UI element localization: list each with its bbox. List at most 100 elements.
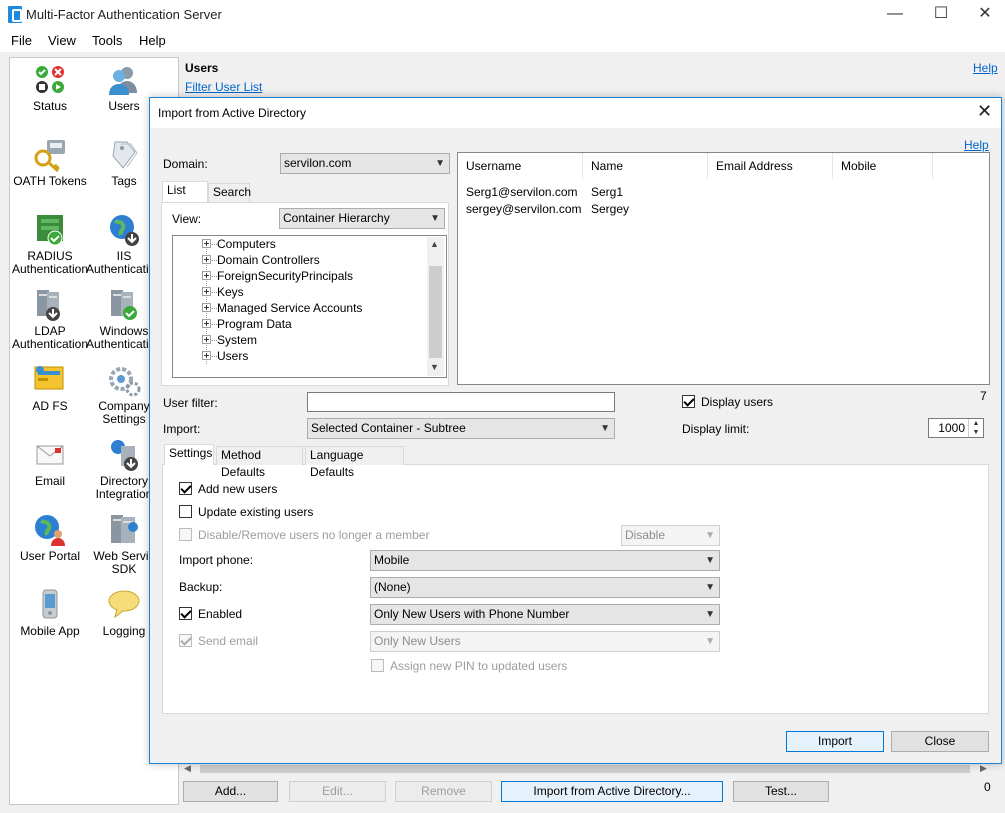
email-icon: [33, 438, 67, 472]
send-email-checkbox[interactable]: [179, 634, 192, 647]
maximize-button[interactable]: ☐: [918, 0, 964, 30]
tree-item-computers[interactable]: Computers: [217, 237, 276, 251]
edit-user-button[interactable]: Edit...: [289, 781, 386, 802]
stepper-arrows-icon[interactable]: ▲ ▼: [968, 419, 983, 437]
expand-icon[interactable]: [202, 319, 211, 328]
expand-icon[interactable]: [202, 335, 211, 344]
cell-name[interactable]: Sergey: [591, 202, 629, 216]
tab-language-defaults[interactable]: Language Defaults: [305, 446, 404, 479]
send-email-label: Send email: [198, 634, 259, 648]
column-header-mobile[interactable]: Mobile: [833, 153, 933, 179]
add-new-users-checkbox[interactable]: [179, 482, 192, 495]
user-filter-label: User filter:: [163, 396, 218, 410]
adfs-icon: [33, 363, 67, 397]
menu-tools[interactable]: Tools: [92, 33, 122, 48]
tree-item-managed-service-accounts[interactable]: Managed Service Accounts: [217, 301, 362, 315]
expand-icon[interactable]: [202, 239, 211, 248]
update-existing-users-label: Update existing users: [198, 505, 314, 519]
display-users-checkbox[interactable]: [682, 395, 695, 408]
cell-name[interactable]: Serg1: [591, 185, 623, 199]
minimize-button[interactable]: —: [872, 0, 918, 30]
domain-value: servilon.com: [284, 156, 352, 170]
backup-select[interactable]: (None) ▼: [370, 577, 720, 598]
sidebar-item-ldap[interactable]: LDAP Authentication: [10, 288, 90, 351]
column-header-name[interactable]: Name: [583, 153, 708, 179]
sidebar-item-oath-tokens[interactable]: OATH Tokens: [10, 138, 90, 188]
tree-item-users[interactable]: Users: [217, 349, 248, 363]
sidebar-item-adfs[interactable]: AD FS: [10, 363, 90, 413]
dialog-close-icon[interactable]: ✕: [977, 101, 992, 122]
display-limit-value: 1000: [938, 421, 965, 435]
sidebar-item-email[interactable]: Email: [10, 438, 90, 488]
user-filter-input[interactable]: [307, 392, 615, 412]
scroll-up-icon[interactable]: ▲: [430, 239, 439, 249]
update-existing-users-checkbox[interactable]: [179, 505, 192, 518]
tab-settings[interactable]: Settings: [164, 444, 214, 465]
enabled-select[interactable]: Only New Users with Phone Number ▼: [370, 604, 720, 625]
sidebar-item-radius[interactable]: RADIUS Authentication: [10, 213, 90, 276]
tab-method-defaults[interactable]: Method Defaults: [216, 446, 303, 479]
tree-item-system[interactable]: System: [217, 333, 257, 347]
remove-user-button[interactable]: Remove: [395, 781, 492, 802]
expand-icon[interactable]: [202, 303, 211, 312]
title-bar: Multi-Factor Authentication Server — ☐ ✕: [0, 0, 1005, 30]
scroll-down-icon[interactable]: ▼: [430, 362, 439, 372]
tree-item-domain-controllers[interactable]: Domain Controllers: [217, 253, 320, 267]
expand-icon[interactable]: [202, 271, 211, 280]
enabled-checkbox[interactable]: [179, 607, 192, 620]
close-window-button[interactable]: ✕: [962, 0, 1005, 30]
tree-item-foreign-security-principals[interactable]: ForeignSecurityPrincipals: [217, 269, 353, 283]
assign-pin-checkbox[interactable]: [371, 659, 384, 672]
import-phone-label: Import phone:: [179, 553, 254, 567]
tree-item-keys[interactable]: Keys: [217, 285, 244, 299]
menu-help[interactable]: Help: [139, 33, 166, 48]
expand-icon[interactable]: [202, 287, 211, 296]
test-button[interactable]: Test...: [733, 781, 829, 802]
column-header-email[interactable]: Email Address: [708, 153, 833, 179]
view-label: View:: [172, 212, 202, 226]
chevron-down-icon: ▼: [600, 423, 610, 434]
page-title: Users: [185, 61, 219, 75]
sidebar-label-mobile: Mobile App: [20, 624, 80, 638]
help-link[interactable]: Help: [973, 61, 998, 75]
menu-file[interactable]: File: [11, 33, 32, 48]
import-phone-select[interactable]: Mobile ▼: [370, 550, 720, 571]
menu-bar: File View Tools Help: [0, 30, 1005, 52]
view-select[interactable]: Container Hierarchy ▼: [279, 208, 445, 229]
display-limit-label: Display limit:: [682, 422, 750, 436]
close-button[interactable]: Close: [891, 731, 989, 752]
domain-select[interactable]: servilon.com ▼: [280, 153, 450, 174]
add-user-button[interactable]: Add...: [183, 781, 278, 802]
scrollbar-thumb[interactable]: [200, 765, 970, 773]
import-ad-button[interactable]: Import from Active Directory...: [501, 781, 723, 802]
tree-scrollbar-thumb[interactable]: [429, 266, 442, 358]
disable-action-select[interactable]: Disable ▼: [621, 525, 720, 546]
dialog-help-link[interactable]: Help: [964, 138, 989, 152]
expand-icon[interactable]: [202, 351, 211, 360]
filter-user-list-link[interactable]: Filter User List: [185, 80, 262, 94]
scroll-left-icon[interactable]: ◀: [184, 763, 191, 774]
import-select[interactable]: Selected Container - Subtree ▼: [307, 418, 615, 439]
send-email-select[interactable]: Only New Users ▼: [370, 631, 720, 652]
users-grid: Username Name Email Address Mobile Serg1…: [457, 152, 990, 385]
tab-search[interactable]: Search: [208, 183, 251, 202]
sidebar-label-status: Status: [32, 99, 68, 113]
scroll-right-icon[interactable]: ▶: [980, 763, 987, 774]
expand-icon[interactable]: [202, 255, 211, 264]
sidebar-item-status[interactable]: Status: [10, 63, 90, 113]
disable-remove-users-checkbox[interactable]: [179, 528, 192, 541]
menu-view[interactable]: View: [48, 33, 76, 48]
add-new-users-label: Add new users: [198, 482, 278, 496]
cell-username[interactable]: sergey@servilon.com: [466, 202, 582, 216]
tree-item-program-data[interactable]: Program Data: [217, 317, 292, 331]
chevron-down-icon: ▼: [705, 555, 715, 566]
tab-list[interactable]: List: [162, 181, 208, 202]
cell-username[interactable]: Serg1@servilon.com: [466, 185, 578, 199]
import-button[interactable]: Import: [786, 731, 884, 752]
sidebar-item-user-portal[interactable]: User Portal: [10, 513, 90, 563]
view-value: Container Hierarchy: [283, 211, 390, 225]
display-limit-stepper[interactable]: 1000 ▲ ▼: [928, 418, 984, 438]
sidebar-item-mobile-app[interactable]: Mobile App: [10, 588, 90, 638]
window-title: Multi-Factor Authentication Server: [26, 7, 222, 22]
column-header-username[interactable]: Username: [458, 153, 583, 179]
